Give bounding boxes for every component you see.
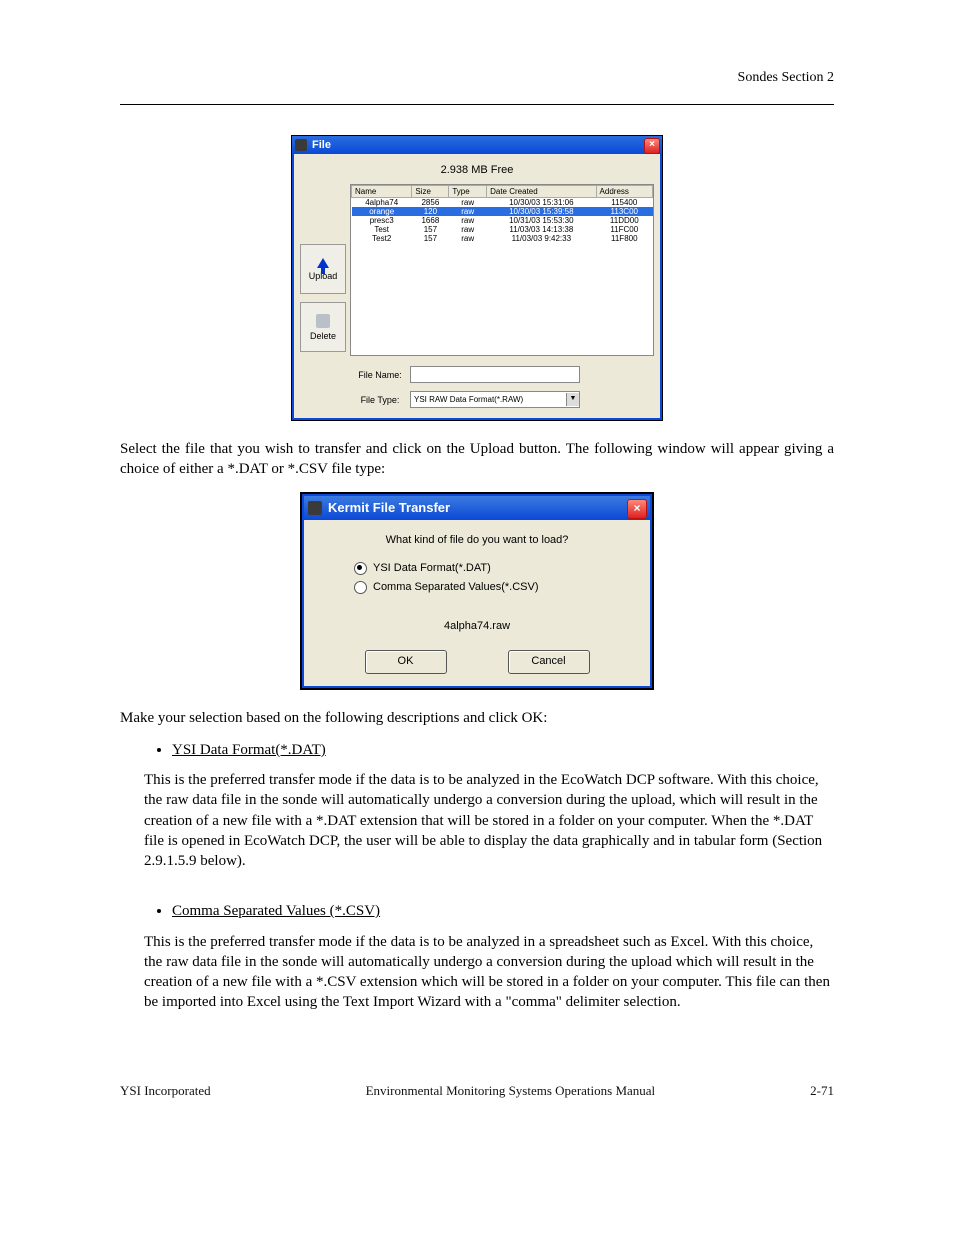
footer-left: YSI Incorporated xyxy=(120,1083,211,1099)
app-icon xyxy=(295,139,307,151)
header-rule xyxy=(120,104,834,105)
kermit-titlebar[interactable]: Kermit File Transfer × xyxy=(302,494,652,520)
close-icon[interactable]: × xyxy=(644,138,660,154)
col-type[interactable]: Type xyxy=(449,186,487,198)
delete-button[interactable]: Delete xyxy=(300,302,346,352)
file-type-label: File Type: xyxy=(350,395,410,405)
app-icon xyxy=(308,501,322,515)
table-row[interactable]: orange120raw10/30/03 15:39:58113C00 xyxy=(352,207,653,216)
bullet-dat: YSI Data Format(*.DAT) This is the prefe… xyxy=(172,740,834,872)
trash-icon xyxy=(316,314,330,328)
kermit-title: Kermit File Transfer xyxy=(328,500,450,515)
cancel-button[interactable]: Cancel xyxy=(508,650,590,674)
radio-icon xyxy=(354,562,367,575)
upload-button[interactable]: Upload xyxy=(300,244,346,294)
file-dialog-title: File xyxy=(312,139,331,151)
table-row[interactable]: presc31668raw10/31/03 15:53:3011DD00 xyxy=(352,216,653,225)
radio-csv[interactable]: Comma Separated Values(*.CSV) xyxy=(354,581,630,594)
table-row[interactable]: 4alpha742856raw10/30/03 15:31:06115400 xyxy=(352,198,653,208)
paragraph-2: Make your selection based on the followi… xyxy=(120,708,834,728)
kermit-file-shown: 4alpha74.raw xyxy=(324,620,630,632)
bullet-dat-head: YSI Data Format(*.DAT) xyxy=(172,742,326,758)
file-type-value: YSI RAW Data Format(*.RAW) xyxy=(414,395,523,404)
radio-icon xyxy=(354,581,367,594)
close-icon[interactable]: × xyxy=(627,499,647,519)
col-date[interactable]: Date Created xyxy=(487,186,596,198)
col-name[interactable]: Name xyxy=(352,186,412,198)
footer-right: 2-71 xyxy=(810,1083,834,1099)
paragraph-1: Select the file that you wish to transfe… xyxy=(120,439,834,480)
bullet-csv: Comma Separated Values (*.CSV) This is t… xyxy=(172,901,834,1012)
file-name-label: File Name: xyxy=(350,370,410,380)
upload-arrow-icon xyxy=(317,258,329,268)
bullet-csv-head: Comma Separated Values (*.CSV) xyxy=(172,903,380,919)
file-dialog-titlebar[interactable]: File × xyxy=(292,136,662,154)
footer-center: Environmental Monitoring Systems Operati… xyxy=(366,1083,656,1099)
free-space-label: 2.938 MB Free xyxy=(300,160,654,184)
kermit-question: What kind of file do you want to load? xyxy=(324,534,630,546)
radio-csv-label: Comma Separated Values(*.CSV) xyxy=(373,581,538,593)
radio-dat[interactable]: YSI Data Format(*.DAT) xyxy=(354,562,630,575)
kermit-dialog: Kermit File Transfer × What kind of file… xyxy=(301,493,653,689)
col-size[interactable]: Size xyxy=(412,186,449,198)
radio-dat-label: YSI Data Format(*.DAT) xyxy=(373,562,491,574)
table-row[interactable]: Test2157raw11/03/03 9:42:3311F800 xyxy=(352,234,653,243)
file-type-select[interactable]: YSI RAW Data Format(*.RAW) ▼ xyxy=(410,391,580,408)
table-row[interactable]: Test157raw11/03/03 14:13:3811FC00 xyxy=(352,225,653,234)
header-section: Sondes Section 2 xyxy=(738,70,834,86)
file-list[interactable]: Name Size Type Date Created Address 4alp… xyxy=(350,184,654,356)
delete-button-label: Delete xyxy=(310,331,336,341)
file-dialog: File × 2.938 MB Free Upload xyxy=(292,136,662,420)
bullet-csv-body: This is the preferred transfer mode if t… xyxy=(144,932,834,1013)
ok-button[interactable]: OK xyxy=(365,650,447,674)
file-name-input[interactable] xyxy=(410,366,580,383)
page-footer: YSI Incorporated Environmental Monitorin… xyxy=(0,1083,954,1099)
bullet-dat-body: This is the preferred transfer mode if t… xyxy=(144,770,834,871)
chevron-down-icon[interactable]: ▼ xyxy=(566,393,579,406)
col-address[interactable]: Address xyxy=(596,186,652,198)
